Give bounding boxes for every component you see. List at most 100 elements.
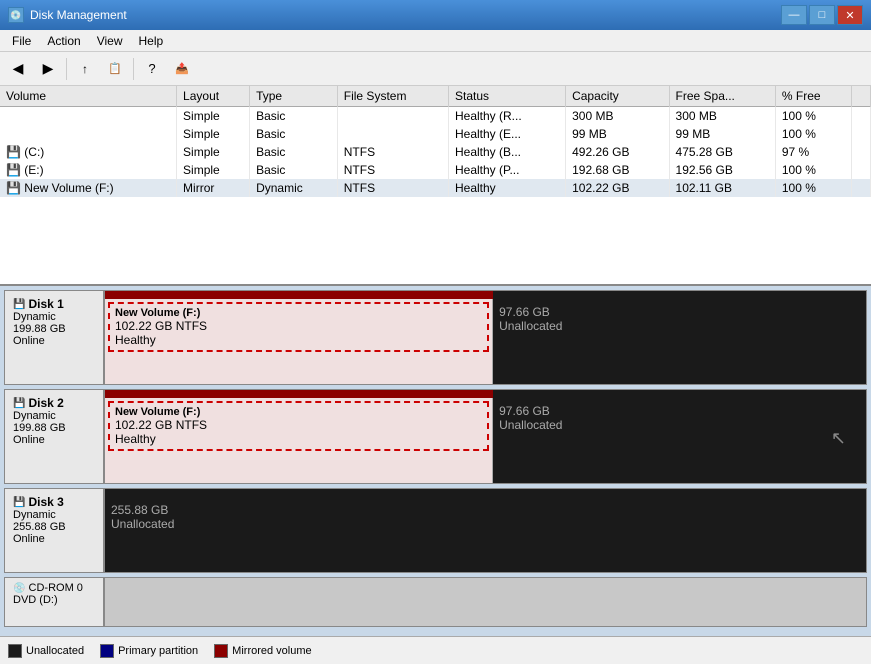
table-cell-0: 💾 (E:) — [0, 161, 177, 179]
app-icon: 💿 — [8, 7, 24, 23]
volumes-table: Volume Layout Type File System Status Ca… — [0, 86, 871, 197]
table-cell-0 — [0, 107, 177, 126]
disk-2-icon: 💾 — [13, 398, 25, 409]
back-button[interactable]: ◀ — [4, 56, 32, 82]
menu-help[interactable]: Help — [131, 32, 172, 50]
table-cell-1: Simple — [177, 107, 250, 126]
col-filesystem: File System — [337, 86, 448, 107]
disk-3-volumes: 255.88 GB Unallocated — [105, 489, 866, 572]
disk-2-unalloc[interactable]: 97.66 GB Unallocated ↖ — [493, 398, 866, 483]
cdrom-0-name: 💿 CD-ROM 0 — [13, 582, 95, 594]
col-capacity: Capacity — [566, 86, 669, 107]
menu-file[interactable]: File — [4, 32, 39, 50]
table-cell-3: NTFS — [337, 161, 448, 179]
disk-3-bar — [105, 489, 866, 497]
table-cell-2: Basic — [250, 161, 338, 179]
help-icon-btn[interactable]: ? — [138, 56, 166, 82]
disk-2-size: 199.88 GB — [13, 422, 95, 434]
disk-area[interactable]: 💾 Disk 1 Dynamic 199.88 GB Online New Vo… — [0, 286, 871, 636]
minimize-button[interactable]: — — [781, 5, 807, 25]
disk-3-partitions: 255.88 GB Unallocated — [105, 497, 866, 572]
disk-1-size: 199.88 GB — [13, 323, 95, 335]
table-cell-0: 💾 New Volume (F:) — [0, 179, 177, 197]
disk-2-info: 💾 Disk 2 Dynamic 199.88 GB Online — [5, 390, 105, 483]
table-cell-4: Healthy (R... — [448, 107, 565, 126]
disk-1-unalloc-size: 97.66 GB — [499, 305, 860, 319]
col-volume: Volume — [0, 86, 177, 107]
disk-3-unalloc[interactable]: 255.88 GB Unallocated — [105, 497, 866, 572]
legend-unallocated-label: Unallocated — [26, 645, 84, 657]
table-cell-1: Simple — [177, 143, 250, 161]
disk-row-2: 💾 Disk 2 Dynamic 199.88 GB Online New Vo… — [4, 389, 867, 484]
up-button[interactable]: ↑ — [71, 56, 99, 82]
table-row[interactable]: SimpleBasicHealthy (E...99 MB99 MB100 % — [0, 125, 871, 143]
legend-mirrored: Mirrored volume — [214, 644, 311, 658]
disk-2-vol-name: New Volume (F:) — [115, 406, 482, 418]
disk-3-name: 💾 Disk 3 — [13, 495, 95, 509]
volumes-table-area: Volume Layout Type File System Status Ca… — [0, 86, 871, 286]
disk-1-vol-size-fs: 102.22 GB NTFS — [115, 319, 482, 333]
disk-2-unalloc-size: 97.66 GB — [499, 404, 860, 418]
table-row[interactable]: SimpleBasicHealthy (R...300 MB300 MB100 … — [0, 107, 871, 126]
legend-primary-box — [100, 644, 114, 658]
disk-row-1: 💾 Disk 1 Dynamic 199.88 GB Online New Vo… — [4, 290, 867, 385]
table-header-row: Volume Layout Type File System Status Ca… — [0, 86, 871, 107]
table-row[interactable]: 💾 New Volume (F:)MirrorDynamicNTFSHealth… — [0, 179, 871, 197]
volume-icon: 💾 — [6, 181, 24, 195]
disk-3-size: 255.88 GB — [13, 521, 95, 533]
forward-button[interactable]: ▶ — [34, 56, 62, 82]
disk-1-partition-mirror[interactable]: New Volume (F:) 102.22 GB NTFS Healthy — [105, 299, 493, 384]
table-cell-6: 99 MB — [669, 125, 775, 143]
table-cell-0: 💾 (C:) — [0, 143, 177, 161]
disk-1-bar-unalloc — [493, 291, 866, 299]
table-row[interactable]: 💾 (C:)SimpleBasicNTFSHealthy (B...492.26… — [0, 143, 871, 161]
table-cell-8 — [851, 107, 870, 126]
disk-1-bar — [105, 291, 866, 299]
table-row[interactable]: 💾 (E:)SimpleBasicNTFSHealthy (P...192.68… — [0, 161, 871, 179]
table-cell-3: NTFS — [337, 179, 448, 197]
cdrom-0-info: 💿 CD-ROM 0 DVD (D:) — [5, 578, 105, 626]
disk-1-unalloc[interactable]: 97.66 GB Unallocated — [493, 299, 866, 384]
menu-bar: File Action View Help — [0, 30, 871, 52]
toolbar-sep-2 — [133, 58, 134, 80]
disk-1-status: Online — [13, 335, 95, 347]
table-cell-3: NTFS — [337, 143, 448, 161]
col-pctfree: % Free — [775, 86, 851, 107]
disk-3-status: Online — [13, 533, 95, 545]
window-title: Disk Management — [30, 8, 127, 22]
table-cell-2: Basic — [250, 143, 338, 161]
table-cell-7: 100 % — [775, 125, 851, 143]
export-button[interactable]: 📤 — [168, 56, 196, 82]
table-cell-7: 100 % — [775, 107, 851, 126]
table-cell-7: 97 % — [775, 143, 851, 161]
cdrom-0-volumes — [105, 578, 866, 626]
cdrom-0-type: DVD (D:) — [13, 594, 95, 606]
disk-2-vol-size-fs: 102.22 GB NTFS — [115, 418, 482, 432]
cdrom-row-0: 💿 CD-ROM 0 DVD (D:) — [4, 577, 867, 627]
menu-view[interactable]: View — [89, 32, 131, 50]
table-cell-6: 475.28 GB — [669, 143, 775, 161]
table-cell-8 — [851, 125, 870, 143]
col-freespace: Free Spa... — [669, 86, 775, 107]
table-cell-0 — [0, 125, 177, 143]
disk-1-type: Dynamic — [13, 311, 95, 323]
table-cell-4: Healthy (P... — [448, 161, 565, 179]
disk-2-partitions: New Volume (F:) 102.22 GB NTFS Healthy 9… — [105, 398, 866, 483]
table-cell-5: 99 MB — [566, 125, 669, 143]
legend-primary: Primary partition — [100, 644, 198, 658]
table-cell-4: Healthy (B... — [448, 143, 565, 161]
disk-2-status: Online — [13, 434, 95, 446]
legend-mirrored-label: Mirrored volume — [232, 645, 311, 657]
toolbar: ◀ ▶ ↑ 📋 ? 📤 — [0, 52, 871, 86]
menu-action[interactable]: Action — [39, 32, 88, 50]
col-layout: Layout — [177, 86, 250, 107]
disk-2-name: 💾 Disk 2 — [13, 396, 95, 410]
main-content: Volume Layout Type File System Status Ca… — [0, 86, 871, 636]
disk-2-mirror-box: New Volume (F:) 102.22 GB NTFS Healthy — [108, 401, 489, 451]
close-button[interactable]: ✕ — [837, 5, 863, 25]
maximize-button[interactable]: □ — [809, 5, 835, 25]
disk-1-name: 💾 Disk 1 — [13, 297, 95, 311]
disk-2-partition-mirror[interactable]: New Volume (F:) 102.22 GB NTFS Healthy — [105, 398, 493, 483]
table-cell-3 — [337, 125, 448, 143]
properties-button[interactable]: 📋 — [101, 56, 129, 82]
